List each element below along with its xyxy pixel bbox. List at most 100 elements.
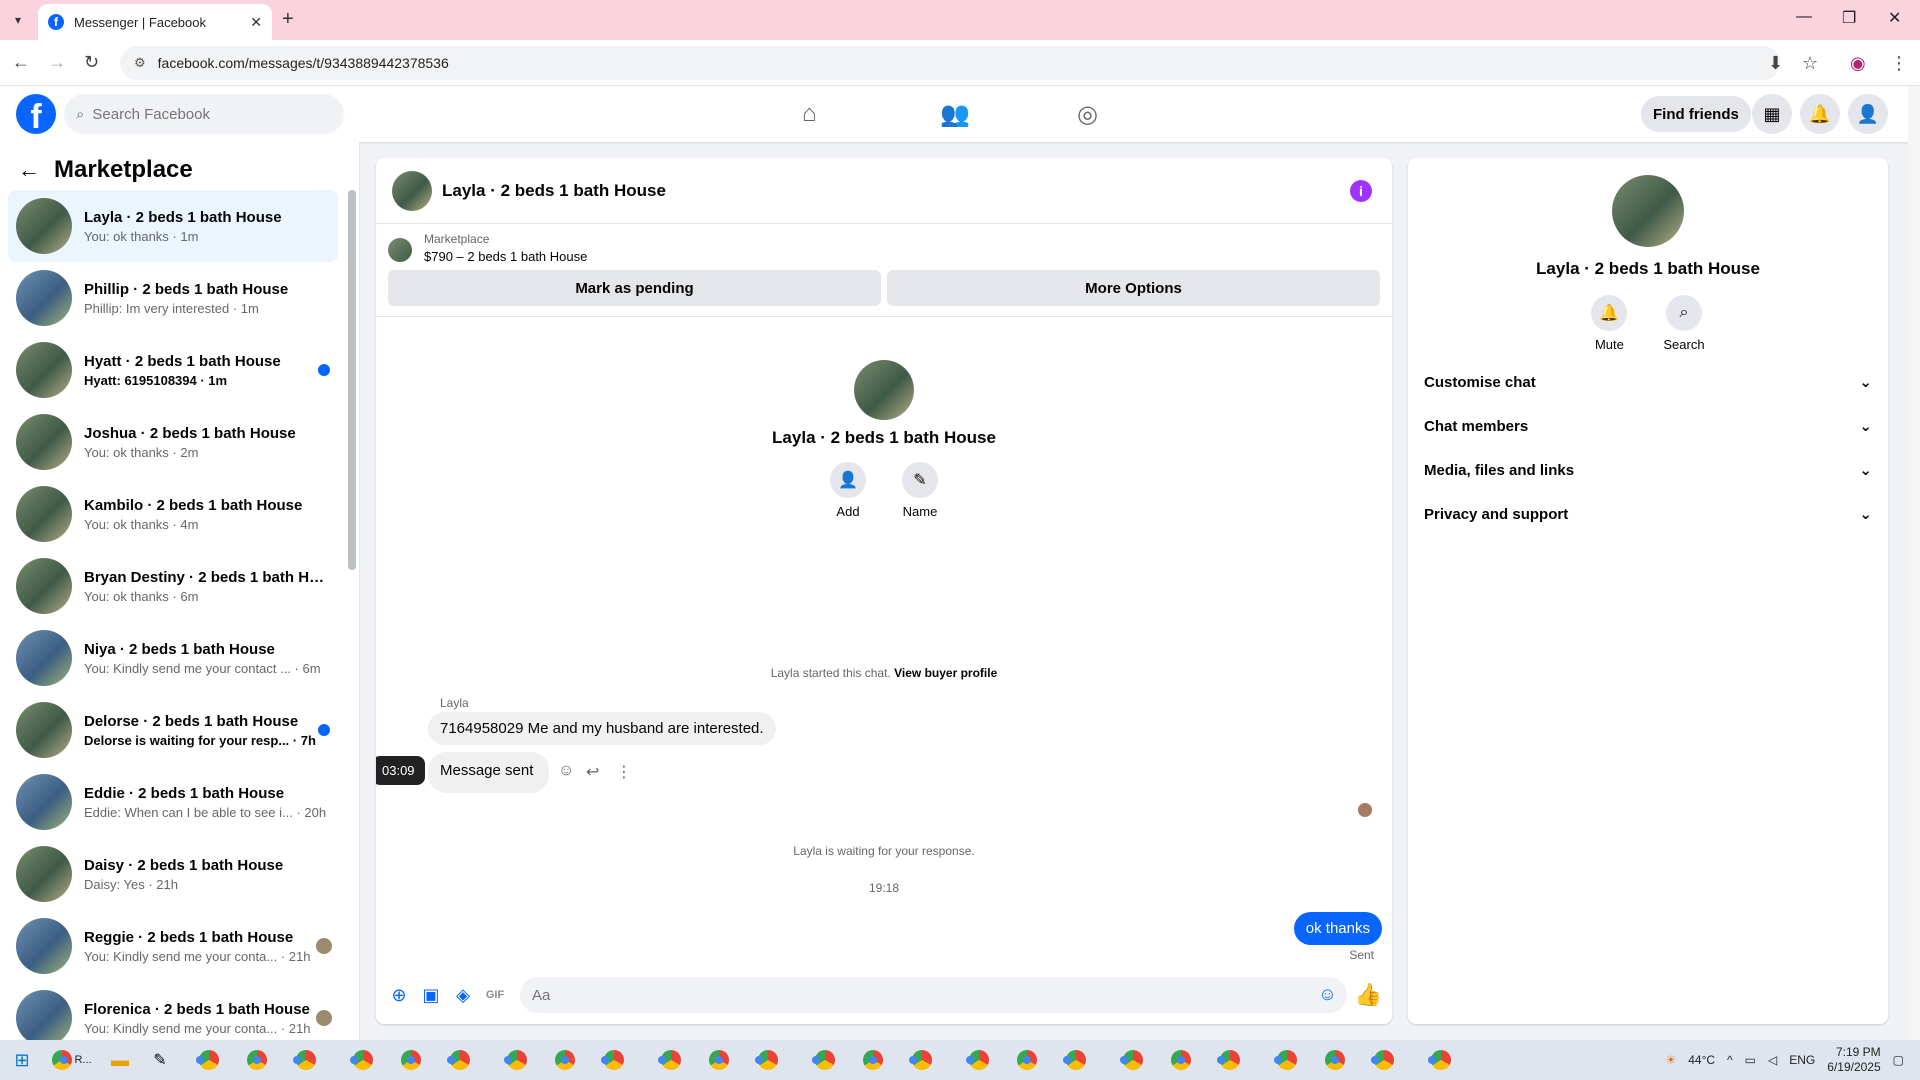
conversation-item[interactable]: Eddie · 2 beds 1 bath House Eddie: When c… [8,766,338,838]
back-icon[interactable]: ← [12,52,30,73]
clock[interactable]: 7:19 PM 6/19/2025 [1827,1045,1880,1075]
account-avatar-icon[interactable]: 👤 [1848,94,1888,134]
thumbs-up-icon[interactable]: 👍 [1355,982,1382,1008]
file-explorer-icon[interactable]: ▬ [100,1040,140,1080]
taskbar-chrome-window[interactable] [893,1040,950,1080]
details-section[interactable]: Customise chat ⌄ [1408,360,1888,404]
page-scrollbar[interactable] [1908,86,1920,1040]
forward-icon[interactable]: → [48,52,66,73]
bookmark-star-icon[interactable]: ☆ [1802,53,1818,74]
listing-title[interactable]: $790 – 2 beds 1 bath House [424,249,1380,264]
search-input[interactable] [92,105,313,123]
groups-icon[interactable]: ◎ [1077,100,1098,129]
taskbar-chrome-window[interactable] [950,1040,1007,1080]
taskbar-chrome-window[interactable] [1258,1040,1315,1080]
temperature[interactable]: 44°C [1688,1053,1715,1067]
taskbar-chrome-window[interactable] [277,1040,334,1080]
conversation-item[interactable]: Layla · 2 beds 1 bath House You: ok thank… [8,190,338,262]
taskbar-chrome-window[interactable] [1007,1040,1047,1080]
conversation-item[interactable]: Daisy · 2 beds 1 bath House Daisy: Yes · … [8,838,338,910]
sidebar-scrollbar[interactable] [348,190,356,570]
conversation-item[interactable]: Kambilo · 2 beds 1 bath House You: ok tha… [8,478,338,550]
taskbar-chrome-window[interactable] [237,1040,277,1080]
chat-avatar[interactable] [392,170,432,211]
install-app-icon[interactable]: ⬇ [1768,53,1783,74]
message-bubble[interactable]: 7164958029 Me and my husband are interes… [428,712,776,745]
tray-chevron-icon[interactable]: ^ [1727,1053,1733,1067]
browser-menu-icon[interactable]: ⋮ [1890,53,1908,74]
notifications-bell-icon[interactable]: 🔔 [1800,94,1840,134]
menu-grid-icon[interactable]: ▦ [1752,94,1792,134]
back-arrow-icon[interactable]: ← [18,157,40,183]
info-icon[interactable]: i [1350,180,1372,202]
photo-icon[interactable]: ▣ [416,980,446,1010]
taskbar-chrome-window[interactable] [1412,1040,1469,1080]
conversation-item[interactable]: Bryan Destiny · 2 beds 1 bath Ho... You: … [8,550,338,622]
minimize-icon[interactable]: — [1796,8,1812,26]
react-emoji-icon[interactable]: ☺ [558,762,574,780]
message-bubble[interactable]: Message sent [428,752,550,793]
gif-icon[interactable]: GIF [480,980,510,1010]
profile-icon[interactable]: ◉ [1850,53,1866,74]
taskbar-chrome-window[interactable] [431,1040,488,1080]
windows-start-icon[interactable]: ⊞ [0,1040,44,1080]
taskbar-chrome-window[interactable] [585,1040,642,1080]
details-avatar[interactable] [1612,175,1684,247]
tab-list-icon[interactable]: ▾ [8,10,28,30]
taskbar-chrome-window[interactable] [180,1040,237,1080]
home-icon[interactable]: ⌂ [802,100,817,128]
search-box[interactable]: ⌕ [64,94,344,134]
more-icon[interactable]: ⋮ [616,762,632,782]
browser-tab[interactable]: f Messenger | Facebook ✕ [38,4,272,40]
volume-icon[interactable]: ◁ [1768,1053,1777,1067]
close-window-icon[interactable]: ✕ [1888,8,1901,28]
sticker-icon[interactable]: ◈ [448,980,478,1010]
taskbar-chrome-window[interactable] [699,1040,739,1080]
edit-name-button[interactable]: ✎ Name [902,462,938,519]
taskbar-chrome-window[interactable] [334,1040,391,1080]
taskbar-chrome-window[interactable] [796,1040,853,1080]
message-input[interactable] [532,986,1266,1004]
site-info-icon[interactable]: ⚙ [134,55,146,71]
conversation-item[interactable]: Reggie · 2 beds 1 bath House You: Kindly … [8,910,338,982]
taskbar-chrome-window[interactable] [1047,1040,1104,1080]
close-tab-icon[interactable]: ✕ [250,14,262,31]
taskbar-chrome-window[interactable] [488,1040,545,1080]
taskbar-chrome-window[interactable] [1201,1040,1258,1080]
friends-icon[interactable]: 👥 [940,100,970,129]
taskbar-chrome-window[interactable] [642,1040,699,1080]
taskbar-chrome-app[interactable]: R... [44,1040,100,1080]
notification-center-icon[interactable]: ▢ [1893,1053,1904,1067]
conversation-item[interactable]: Delorse · 2 beds 1 bath House Delorse is … [8,694,338,766]
plus-icon[interactable]: ⊕ [384,980,414,1010]
details-section[interactable]: Privacy and support ⌄ [1408,492,1888,536]
weather-icon[interactable]: ☀ [1665,1053,1676,1067]
url-field[interactable]: ⚙ facebook.com/messages/t/93438894423785… [120,46,1780,80]
mute-button[interactable]: 🔔 Mute [1591,295,1628,352]
taskbar-chrome-window[interactable] [1104,1040,1161,1080]
taskbar-chrome-window[interactable] [1355,1040,1412,1080]
add-people-button[interactable]: 👤 Add [830,462,866,519]
taskbar-app-icon[interactable]: ✎ [140,1040,180,1080]
reload-icon[interactable]: ↻ [84,52,99,73]
taskbar-chrome-window[interactable] [1315,1040,1355,1080]
taskbar-chrome-window[interactable] [853,1040,893,1080]
details-section[interactable]: Media, files and links ⌄ [1408,448,1888,492]
chat-title[interactable]: Layla · 2 beds 1 bath House [442,181,666,201]
my-message-bubble[interactable]: ok thanks [1293,912,1382,945]
taskbar-chrome-window[interactable] [739,1040,796,1080]
details-section[interactable]: Chat members ⌄ [1408,404,1888,448]
conversation-item[interactable]: Hyatt · 2 beds 1 bath House Hyatt: 619510… [8,334,338,406]
reply-icon[interactable]: ↩ [586,762,599,782]
restore-icon[interactable]: ❐ [1842,8,1856,28]
emoji-icon[interactable]: ☺ [1318,984,1336,1005]
facebook-logo-icon[interactable]: f [16,94,56,134]
new-tab-icon[interactable]: + [282,8,294,31]
view-buyer-profile-link[interactable]: View buyer profile [894,666,997,680]
mark-as-pending-button[interactable]: Mark as pending [388,270,881,306]
find-friends-button[interactable]: Find friends [1641,96,1751,132]
search-in-chat-button[interactable]: ⌕ Search [1663,295,1705,352]
more-options-button[interactable]: More Options [887,270,1380,306]
language[interactable]: ENG [1789,1053,1815,1067]
conversation-item[interactable]: Niya · 2 beds 1 bath House You: Kindly se… [8,622,338,694]
